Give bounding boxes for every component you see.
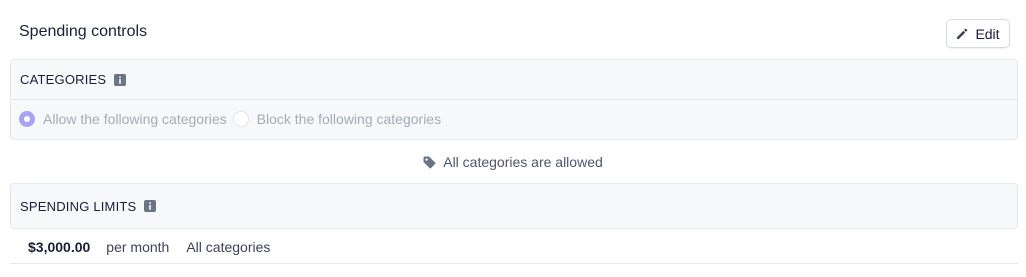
spending-limits-panel-header: SPENDING LIMITS	[11, 184, 1017, 228]
spending-limit-row: $3,000.00 per month All categories	[10, 230, 1018, 264]
section-title: Spending controls	[19, 23, 148, 40]
edit-button[interactable]: Edit	[946, 19, 1010, 48]
categories-panel: CATEGORIES Allow the following categorie…	[10, 59, 1018, 140]
info-icon[interactable]	[114, 73, 127, 86]
tag-icon	[423, 156, 436, 169]
radio-allow[interactable]	[19, 111, 35, 127]
radio-block[interactable]	[232, 111, 249, 127]
radio-option-block[interactable]: Block the following categories	[232, 111, 442, 127]
info-icon[interactable]	[144, 200, 157, 212]
category-mode-radio-group: Allow the following categories Block the…	[11, 100, 1017, 138]
categories-status: All categories are allowed	[0, 150, 1026, 174]
spending-controls-header: Spending controls Edit	[0, 0, 1026, 60]
categories-status-text: All categories are allowed	[443, 154, 603, 170]
pencil-icon	[956, 28, 968, 40]
categories-label: CATEGORIES	[20, 72, 107, 87]
radio-allow-label: Allow the following categories	[43, 111, 227, 127]
limit-period: per month	[106, 238, 170, 255]
spending-limits-label: SPENDING LIMITS	[20, 198, 137, 214]
spending-limits-panel: SPENDING LIMITS	[10, 183, 1018, 229]
edit-button-label: Edit	[975, 25, 1000, 42]
limit-scope: All categories	[186, 238, 271, 255]
categories-panel-header: CATEGORIES	[11, 60, 1017, 100]
limit-amount: $3,000.00	[28, 238, 91, 255]
radio-option-allow[interactable]: Allow the following categories	[19, 111, 227, 127]
radio-block-label: Block the following categories	[256, 111, 442, 127]
